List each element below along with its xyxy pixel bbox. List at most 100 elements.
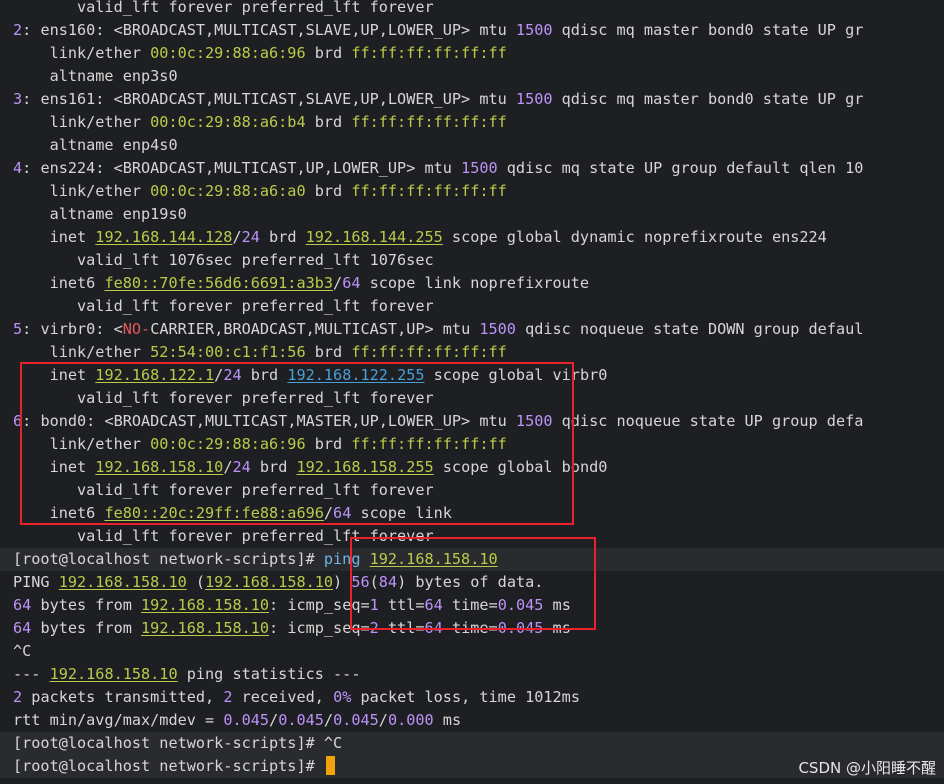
terminal-text: ff:ff:ff:ff:ff:ff <box>351 435 507 453</box>
terminal-text: 192.168.158.10 <box>141 619 270 637</box>
terminal-text: inet6 <box>13 274 105 292</box>
terminal-text: PING <box>13 573 59 591</box>
terminal-text: 64 <box>13 596 32 614</box>
terminal-text: brd <box>241 366 288 384</box>
terminal-line: link/ether 52:54:00:c1:f1:56 brd ff:ff:f… <box>0 341 944 364</box>
terminal-text: packets transmitted, <box>22 688 224 706</box>
terminal-text: ms <box>543 596 571 614</box>
terminal-text: received, <box>232 688 334 706</box>
terminal-text: brd <box>259 228 306 246</box>
terminal-text: scope link noprefixroute <box>360 274 590 292</box>
terminal-text: brd <box>305 44 352 62</box>
terminal-text: 192.168.144.255 <box>305 228 443 246</box>
terminal-line: [root@localhost network-scripts]# ^C <box>0 732 944 755</box>
terminal-text: link/ether <box>13 435 151 453</box>
watermark: CSDN @小阳睡不醒 <box>798 759 936 777</box>
terminal-line: 3: ens161: <BROADCAST,MULTICAST,SLAVE,UP… <box>0 88 944 111</box>
terminal-text: 0.045 <box>497 619 544 637</box>
terminal-text: brd <box>305 435 352 453</box>
terminal-line: inet 192.168.122.1/24 brd 192.168.122.25… <box>0 364 944 387</box>
terminal-text: : virbr0: < <box>22 320 123 338</box>
terminal-text: 00:0c:29:88:a6:b4 <box>150 113 306 131</box>
terminal-text: inet <box>13 366 96 384</box>
terminal-text: 24 <box>223 366 242 384</box>
terminal-line: inet6 fe80::70fe:56d6:6691:a3b3/64 scope… <box>0 272 944 295</box>
terminal-text: valid_lft forever preferred_lft forever <box>13 481 434 499</box>
terminal-line: valid_lft forever preferred_lft forever <box>0 525 944 548</box>
terminal-text: [root@localhost network-scripts]# <box>13 757 324 775</box>
terminal-text: 1500 <box>515 21 553 39</box>
terminal-line: altname enp19s0 <box>0 203 944 226</box>
terminal-text: 52:54:00:c1:f1:56 <box>150 343 306 361</box>
terminal-line: 2: ens160: <BROADCAST,MULTICAST,SLAVE,UP… <box>0 19 944 42</box>
terminal-text: ( <box>186 573 206 591</box>
terminal-line: 5: virbr0: <NO-CARRIER,BROADCAST,MULTICA… <box>0 318 944 341</box>
terminal-text: 64 <box>424 619 443 637</box>
terminal-text: brd <box>250 458 297 476</box>
terminal-text: 0.045 <box>278 711 324 729</box>
terminal-text: 1500 <box>461 159 498 177</box>
terminal-text: 192.168.158.10 <box>95 458 224 476</box>
terminal-text: rtt min/avg/max/mdev = <box>13 711 224 729</box>
terminal-text: ff:ff:ff:ff:ff:ff <box>351 182 507 200</box>
terminal-text: : icmp_seq= <box>269 596 370 614</box>
terminal-line: altname enp4s0 <box>0 134 944 157</box>
terminal-line: inet6 fe80::20c:29ff:fe88:a696/64 scope … <box>0 502 944 525</box>
terminal-text: valid_lft 1076sec preferred_lft 1076sec <box>13 251 434 269</box>
terminal-text: bytes from <box>31 596 142 614</box>
terminal-text: ) <box>333 573 352 591</box>
terminal-output[interactable]: valid_lft forever preferred_lft forever 2… <box>0 0 944 778</box>
terminal-text: link/ether <box>13 44 151 62</box>
terminal-text: 84 <box>378 573 398 591</box>
terminal-text: : ens224: <BROADCAST,MULTICAST,UP,LOWER_… <box>22 159 462 177</box>
terminal-text: [root@localhost network-scripts]# <box>13 550 324 568</box>
terminal-text: 0.045 <box>497 596 544 614</box>
terminal-text: : icmp_seq= <box>269 619 370 637</box>
terminal-cursor[interactable] <box>325 756 335 775</box>
terminal-text: ff:ff:ff:ff:ff:ff <box>351 113 507 131</box>
terminal-text: ms <box>433 711 462 729</box>
terminal-text: qdisc mq master bond0 state UP gr <box>552 90 864 108</box>
terminal-text: 56 <box>351 573 370 591</box>
terminal-text: 24 <box>241 228 260 246</box>
terminal-line: inet 192.168.158.10/24 brd 192.168.158.2… <box>0 456 944 479</box>
terminal-line: 64 bytes from 192.168.158.10: icmp_seq=1… <box>0 594 944 617</box>
terminal-text: 1500 <box>515 90 553 108</box>
terminal-line: ^C <box>0 640 944 663</box>
terminal-line: valid_lft forever preferred_lft forever <box>0 295 944 318</box>
terminal-line: inet 192.168.144.128/24 brd 192.168.144.… <box>0 226 944 249</box>
terminal-text: 2 <box>13 21 23 39</box>
terminal-text: 192.168.158.255 <box>296 458 434 476</box>
terminal-text: qdisc mq state UP group default qlen 10 <box>497 159 864 177</box>
terminal-text: 192.168.122.1 <box>95 366 215 384</box>
terminal-text: ms <box>543 619 571 637</box>
terminal-text: altname enp4s0 <box>13 136 178 154</box>
terminal-text: ) bytes of data. <box>397 573 544 591</box>
terminal-text: valid_lft forever preferred_lft forever <box>13 297 434 315</box>
terminal-text: / <box>333 274 343 292</box>
terminal-text: 192.168.122.255 <box>287 366 425 384</box>
terminal-text: valid_lft forever preferred_lft forever <box>13 389 434 407</box>
terminal-text: brd <box>305 113 352 131</box>
terminal-text: 1 <box>369 596 379 614</box>
terminal-text: CARRIER,BROADCAST,MULTICAST,UP> mtu <box>150 320 480 338</box>
terminal-text: 00:0c:29:88:a6:96 <box>150 44 306 62</box>
terminal-text: 3 <box>13 90 23 108</box>
terminal-text: --- <box>13 665 50 683</box>
terminal-text: time= <box>442 596 498 614</box>
terminal-text: inet <box>13 228 96 246</box>
terminal-text: ping <box>323 550 370 568</box>
terminal-text: / <box>323 711 334 729</box>
terminal-line: link/ether 00:0c:29:88:a6:a0 brd ff:ff:f… <box>0 180 944 203</box>
terminal-text: 192.168.158.10 <box>369 550 498 568</box>
terminal-text: : bond0: <BROADCAST,MULTICAST,MASTER,UP,… <box>22 412 516 430</box>
terminal-text: / <box>269 711 279 729</box>
terminal-text: qdisc noqueue state UP group defa <box>552 412 864 430</box>
terminal-text: 0.045 <box>333 711 379 729</box>
terminal-line: altname enp3s0 <box>0 65 944 88</box>
terminal-text: 192.168.158.10 <box>141 596 270 614</box>
terminal-text: time= <box>442 619 498 637</box>
terminal-line: valid_lft forever preferred_lft forever <box>0 0 944 19</box>
terminal-text: fe80::20c:29ff:fe88:a696 <box>104 504 324 522</box>
terminal-text: 4 <box>13 159 23 177</box>
